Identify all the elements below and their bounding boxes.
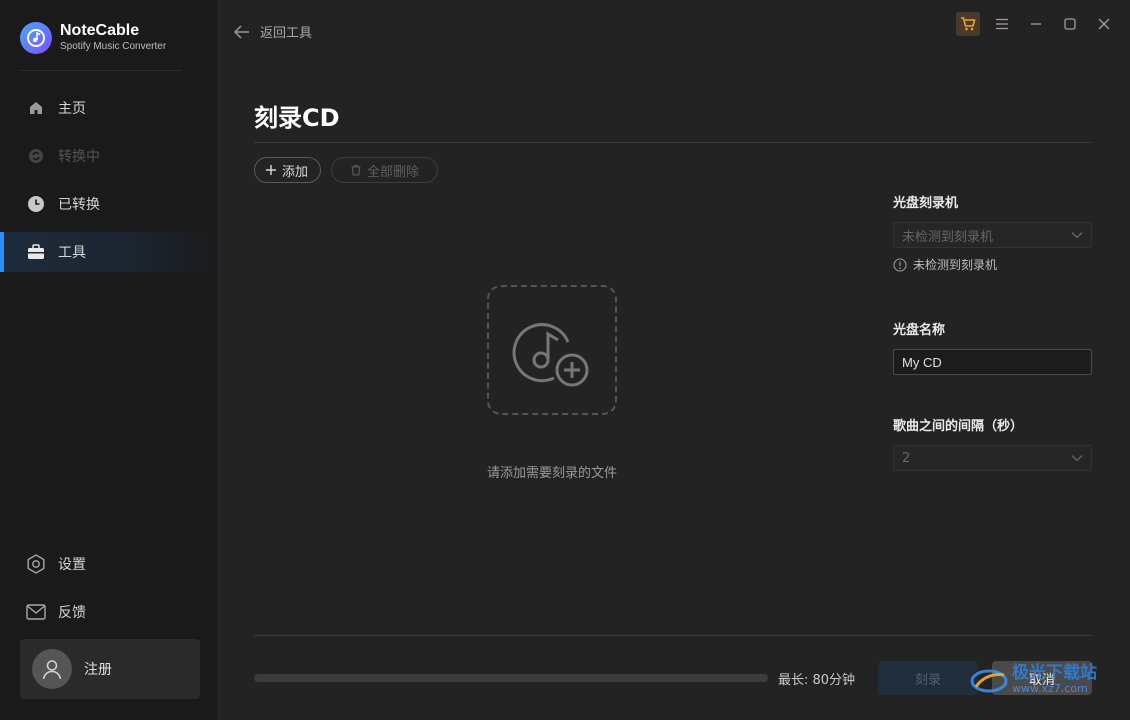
menu-button[interactable] (990, 12, 1014, 36)
arrow-left-icon (234, 24, 249, 39)
sidebar: NoteCable Spotify Music Converter 主页 转换中… (0, 0, 219, 720)
file-drop-zone[interactable] (487, 285, 617, 415)
minimize-button[interactable] (1024, 12, 1048, 36)
add-button[interactable]: 添加 (254, 157, 322, 183)
sidebar-item-converted[interactable]: 已转换 (0, 184, 218, 224)
close-button[interactable] (1092, 12, 1116, 36)
back-to-tools-button[interactable]: 返回工具 (234, 22, 312, 41)
watermark-text: 极光下载站 (1012, 663, 1097, 683)
gear-icon (26, 554, 46, 574)
cart-icon (961, 17, 976, 31)
drop-hint: 请添加需要刻录的文件 (486, 466, 617, 481)
burner-warning: 未检测到刻录机 (893, 256, 1092, 273)
app-name: NoteCable (60, 22, 140, 39)
sidebar-item-label: 主页 (58, 101, 86, 117)
sidebar-item-settings[interactable]: 设置 (0, 544, 218, 584)
delete-all-label: 全部删除 (367, 164, 420, 180)
sidebar-item-label: 设置 (58, 557, 86, 573)
mail-icon (26, 602, 46, 622)
close-icon (1098, 18, 1110, 30)
back-label: 返回工具 (260, 26, 313, 41)
sidebar-item-label: 已转换 (58, 197, 100, 213)
burner-select[interactable]: 未检测到刻录机 (893, 222, 1092, 248)
user-icon (42, 660, 62, 680)
trash-icon (350, 164, 362, 176)
sidebar-item-tools[interactable]: 工具 (0, 232, 218, 272)
gap-select[interactable]: 2 (893, 445, 1092, 471)
add-label: 添加 (282, 164, 309, 180)
max-length-label: 最长: 80分钟 (778, 673, 856, 688)
page-title: 刻录CD (254, 104, 340, 132)
sidebar-item-label: 转换中 (58, 149, 100, 165)
disc-name-label: 光盘名称 (893, 323, 946, 338)
site-watermark: 极光下载站 www.xz7.com (970, 664, 1097, 695)
app-subtitle: Spotify Music Converter (60, 41, 167, 52)
watermark-logo-icon (970, 669, 1008, 692)
footer-divider (254, 635, 1092, 636)
toolbox-icon (26, 242, 46, 262)
sync-icon (26, 146, 46, 166)
chevron-down-icon (1071, 232, 1083, 239)
main-nav: 主页 转换中 已转换 工具 (0, 88, 218, 280)
burn-button[interactable]: 刻录 (878, 661, 978, 695)
bottom-nav: 设置 反馈 (0, 544, 218, 640)
add-music-icon (512, 323, 589, 387)
burner-value: 未检测到刻录机 (902, 229, 994, 245)
maximize-button[interactable] (1058, 12, 1082, 36)
app-logo: NoteCable Spotify Music Converter (20, 22, 166, 54)
burn-settings-panel: 光盘刻录机 未检测到刻录机 未检测到刻录机 光盘名称 歌曲之间的间隔（秒） 2 (893, 192, 1092, 471)
minimize-icon (1031, 23, 1041, 25)
disc-name-input[interactable] (893, 349, 1092, 375)
maximize-icon (1064, 18, 1076, 30)
sidebar-item-converting[interactable]: 转换中 (0, 136, 218, 176)
chevron-down-icon (1071, 455, 1083, 462)
sidebar-item-label: 反馈 (58, 605, 86, 621)
file-actions: 添加 全部删除 (254, 157, 448, 183)
burner-label: 光盘刻录机 (893, 196, 959, 211)
logo-divider (20, 70, 182, 71)
plus-icon (265, 164, 277, 176)
sidebar-item-home[interactable]: 主页 (0, 88, 218, 128)
window-controls (946, 12, 1116, 36)
sidebar-item-feedback[interactable]: 反馈 (0, 592, 218, 632)
register-button[interactable]: 注册 (20, 639, 200, 699)
gap-label: 歌曲之间的间隔（秒） (893, 419, 1024, 434)
avatar (32, 649, 72, 689)
capacity-progress-bar (254, 674, 768, 682)
gap-value: 2 (902, 450, 911, 466)
info-icon (893, 257, 907, 272)
clock-icon (26, 194, 46, 214)
home-icon (26, 98, 46, 118)
watermark-url: www.xz7.com (1012, 682, 1088, 695)
title-divider (254, 142, 1092, 143)
burner-note: 未检测到刻录机 (913, 258, 998, 272)
notecable-logo-icon (20, 22, 52, 54)
delete-all-button[interactable]: 全部删除 (331, 157, 439, 183)
cart-button[interactable] (956, 12, 980, 36)
sidebar-item-label: 工具 (58, 245, 86, 261)
hamburger-menu-icon (996, 18, 1008, 30)
register-label: 注册 (84, 662, 112, 678)
